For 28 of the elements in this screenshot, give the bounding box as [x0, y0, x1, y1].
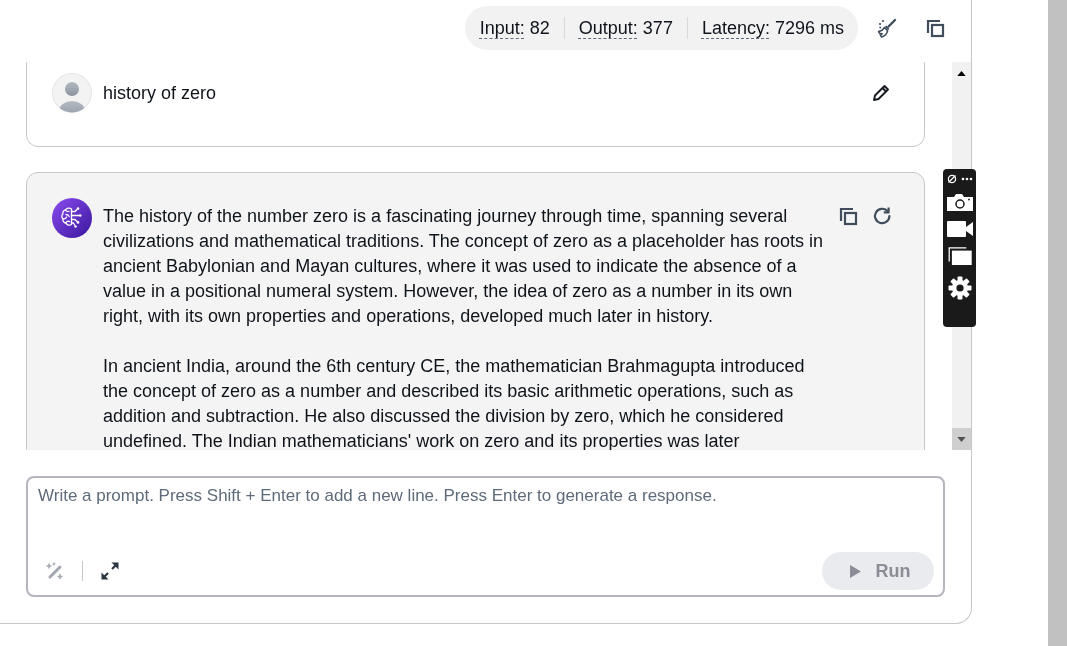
camera-icon[interactable] [946, 193, 973, 211]
more-icon[interactable] [960, 177, 973, 181]
avatar-icon [52, 73, 92, 113]
copy-icon[interactable] [925, 18, 945, 38]
response-paragraph: The history of the number zero is a fascinating journey through time, spanning several civilizations and mathematical traditions. The concept of zero as a placeholder has roots in ancient Babylonian and Mayan cultures, where it was used to indicate the absence of a value in a positional numeral system. However, the idea of zero as a number in its own right, with its own properties and operations, developed much later in history. [103, 204, 825, 328]
response-paragraph: In ancient India, around the 6th century CE, the mathematician Brahmagupta introduced the concept of zero as a number and described its basic arithmetic operations, such as addition and subtraction. He also discussed the division by zero, which he considered undefined. The Indian mathematicians' work on zero and its properties was later [103, 354, 806, 450]
windows-icon[interactable] [946, 247, 973, 265]
metric-value: 7296 ms [774, 17, 844, 39]
expand-icon[interactable] [100, 561, 120, 581]
triangle-down-icon [957, 436, 966, 442]
refresh-icon[interactable] [872, 206, 892, 226]
metric-value: 377 [642, 17, 673, 39]
scroll-down-button[interactable] [952, 428, 971, 450]
triangle-up-icon [957, 70, 966, 76]
user-message-text: history of zero [103, 81, 218, 105]
page-scrollbar[interactable] [1048, 0, 1067, 646]
metric-label[interactable]: Input: [479, 17, 525, 39]
gear-icon[interactable] [947, 276, 972, 300]
pencil-icon[interactable] [871, 83, 891, 103]
metric-value: 82 [529, 17, 550, 39]
brain-icon [52, 198, 92, 238]
metric-label[interactable]: Output: [578, 17, 638, 39]
video-camera-icon[interactable] [946, 220, 973, 238]
metric-label[interactable]: Latency: [701, 17, 770, 39]
brush-icon[interactable] [877, 18, 897, 38]
ring-icon[interactable] [946, 174, 957, 184]
copy-icon[interactable] [838, 206, 858, 226]
play-icon [849, 564, 861, 578]
